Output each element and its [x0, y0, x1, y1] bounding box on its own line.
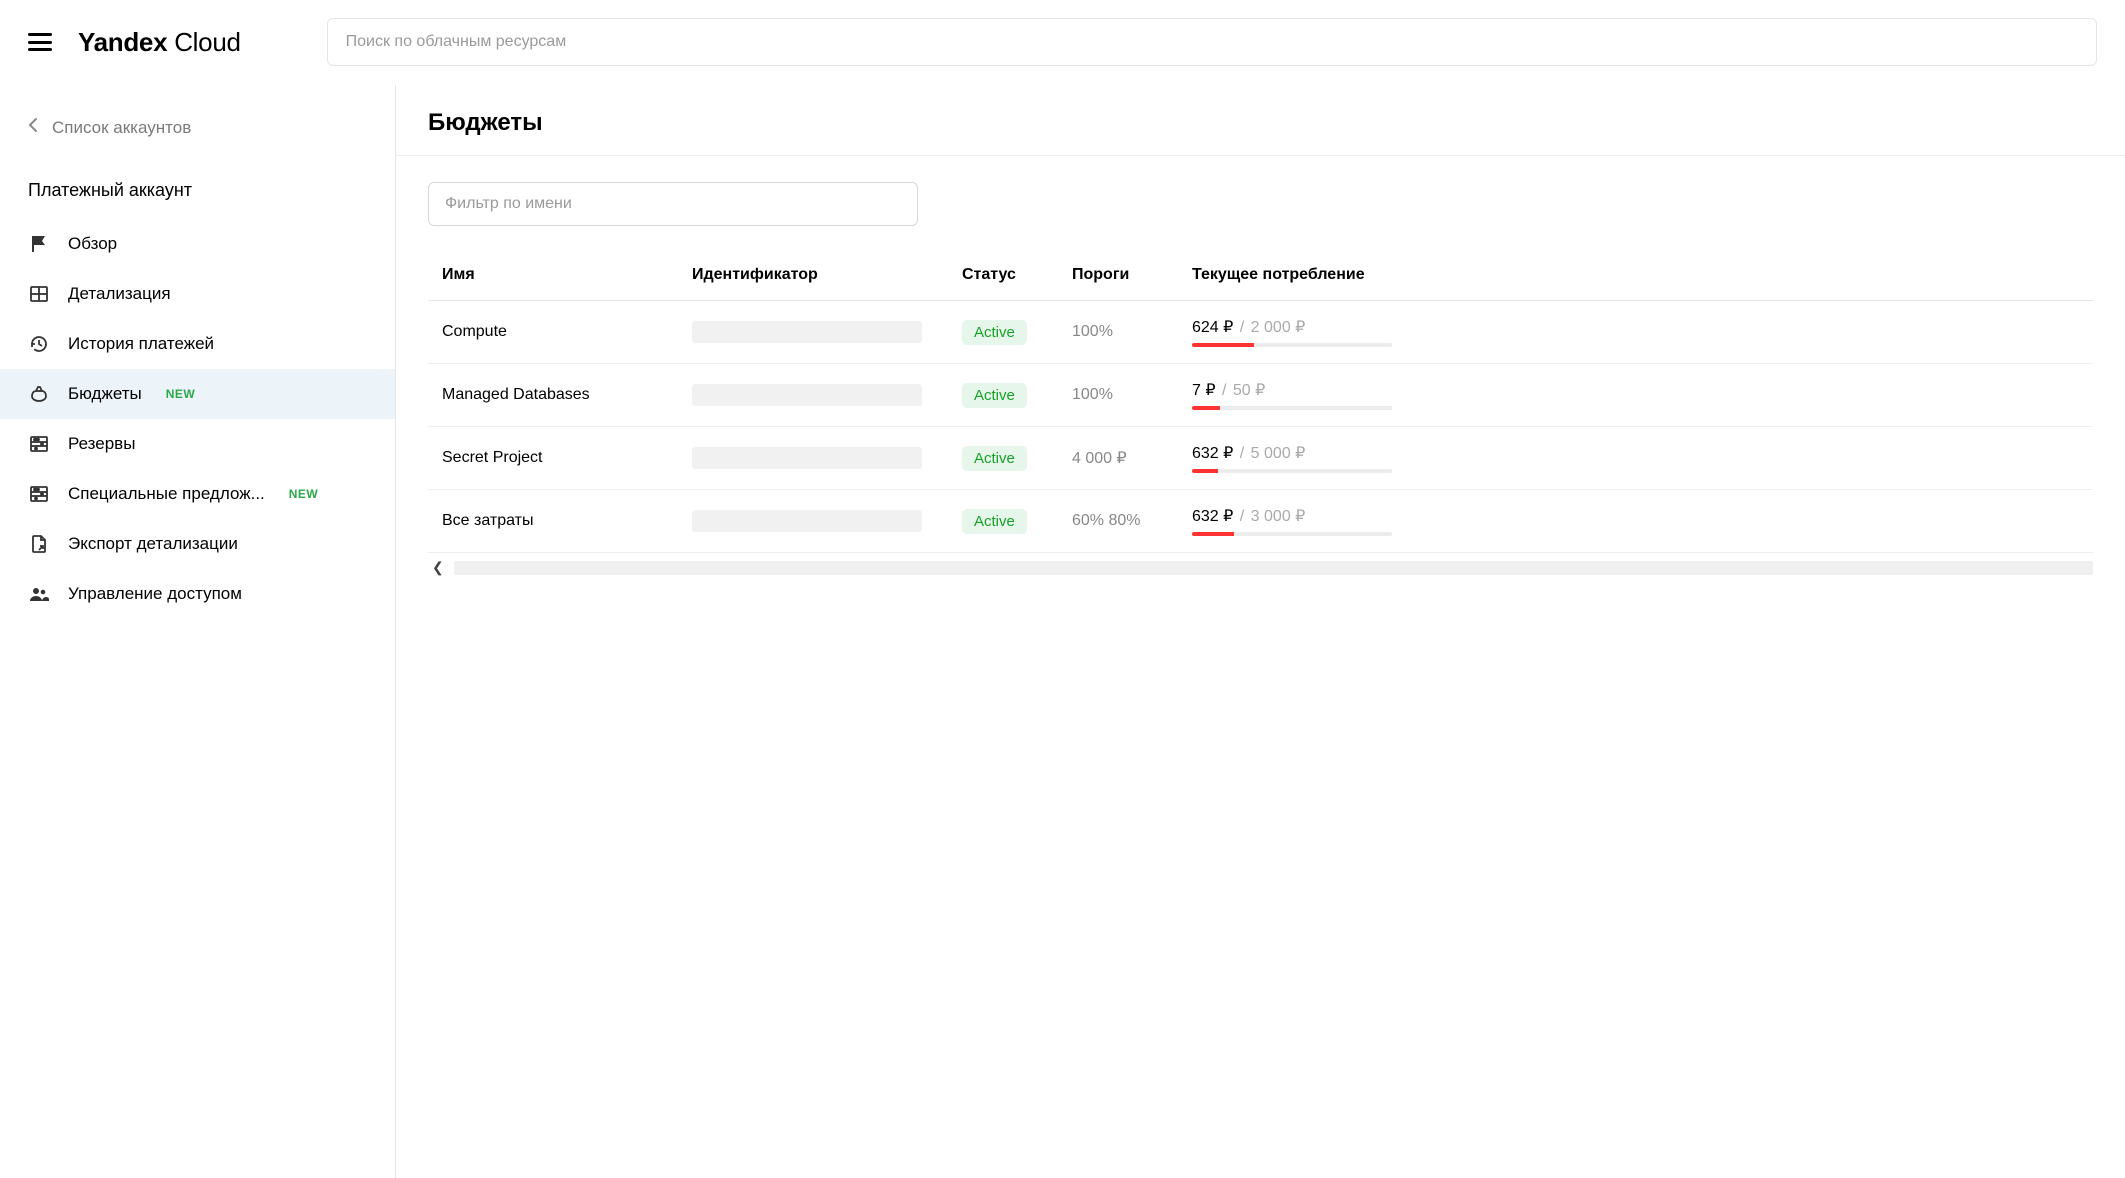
bag-icon: [28, 383, 50, 405]
cell-id: [678, 364, 948, 427]
progress-bar: [1192, 469, 1392, 473]
cell-id: [678, 301, 948, 364]
new-badge: NEW: [166, 387, 196, 401]
sidebar: Список аккаунтов Платежный аккаунт Обзор…: [0, 85, 396, 1178]
cell-thresholds: 4 000 ₽: [1058, 427, 1178, 490]
id-placeholder: [692, 384, 922, 406]
status-badge: Active: [962, 446, 1027, 471]
status-badge: Active: [962, 509, 1027, 534]
grid-icon: [28, 283, 50, 305]
sidebar-item-label: Детализация: [68, 284, 171, 304]
cell-consumption: 624 ₽ / 2 000 ₽: [1178, 301, 2093, 364]
table-row[interactable]: Compute Active 100%624 ₽ / 2 000 ₽: [428, 301, 2093, 364]
logo[interactable]: Yandex Cloud: [78, 27, 241, 58]
col-header-thresholds: Пороги: [1058, 250, 1178, 301]
cell-id: [678, 490, 948, 553]
col-header-id: Идентификатор: [678, 250, 948, 301]
cell-consumption: 632 ₽ / 5 000 ₽: [1178, 427, 2093, 490]
table-row[interactable]: Secret Project Active 4 000 ₽632 ₽ / 5 000…: [428, 427, 2093, 490]
sidebar-item-label: Экспорт детализации: [68, 534, 238, 554]
sidebar-item-details[interactable]: Детализация: [0, 269, 395, 319]
cell-name: Все затраты: [428, 490, 678, 553]
cell-consumption: 632 ₽ / 3 000 ₽: [1178, 490, 2093, 553]
progress-bar: [1192, 532, 1392, 536]
global-search-input[interactable]: [327, 18, 2097, 66]
sidebar-item-label: История платежей: [68, 334, 214, 354]
status-badge: Active: [962, 320, 1027, 345]
people-icon: [28, 583, 50, 605]
sidebar-item-payment-history[interactable]: История платежей: [0, 319, 395, 369]
status-badge: Active: [962, 383, 1027, 408]
progress-bar: [1192, 406, 1392, 410]
cell-name: Managed Databases: [428, 364, 678, 427]
cell-status: Active: [948, 490, 1058, 553]
hamburger-menu[interactable]: [28, 33, 52, 51]
filter-by-name-input[interactable]: [428, 182, 918, 226]
sidebar-item-label: Бюджеты: [68, 384, 142, 404]
horizontal-scrollbar[interactable]: ❮: [428, 557, 2093, 578]
sidebar-item-overview[interactable]: Обзор: [0, 219, 395, 269]
cell-thresholds: 100%: [1058, 364, 1178, 427]
cell-id: [678, 427, 948, 490]
table-row[interactable]: Все затраты Active 60% 80%632 ₽ / 3 000 ₽: [428, 490, 2093, 553]
sidebar-item-budgets[interactable]: Бюджеты NEW: [0, 369, 395, 419]
table-row[interactable]: Managed Databases Active 100%7 ₽ / 50 ₽: [428, 364, 2093, 427]
cell-name: Secret Project: [428, 427, 678, 490]
scroll-left-icon[interactable]: ❮: [428, 557, 448, 578]
cell-status: Active: [948, 427, 1058, 490]
history-icon: [28, 333, 50, 355]
sidebar-item-label: Обзор: [68, 234, 117, 254]
abacus-icon: [28, 483, 50, 505]
logo-light: Cloud: [174, 27, 240, 57]
back-to-accounts[interactable]: Список аккаунтов: [0, 109, 395, 158]
sidebar-section-title: Платежный аккаунт: [0, 158, 395, 219]
sidebar-item-label: Специальные предлож...: [68, 484, 265, 504]
budgets-table: Имя Идентификатор Статус Пороги Текущее …: [428, 250, 2093, 553]
new-badge: NEW: [289, 487, 319, 501]
sidebar-item-access[interactable]: Управление доступом: [0, 569, 395, 619]
cell-consumption: 7 ₽ / 50 ₽: [1178, 364, 2093, 427]
sidebar-item-reserves[interactable]: Резервы: [0, 419, 395, 469]
chevron-left-icon: [28, 117, 38, 138]
main-content: Бюджеты Имя Идентификатор Статус Пороги …: [396, 85, 2125, 1178]
col-header-name: Имя: [428, 250, 678, 301]
id-placeholder: [692, 510, 922, 532]
progress-bar: [1192, 343, 1392, 347]
sidebar-item-export[interactable]: Экспорт детализации: [0, 519, 395, 569]
sidebar-item-label: Управление доступом: [68, 584, 242, 604]
sidebar-item-special-offers[interactable]: Специальные предлож... NEW: [0, 469, 395, 519]
cell-name: Compute: [428, 301, 678, 364]
id-placeholder: [692, 447, 922, 469]
scroll-track[interactable]: [454, 561, 2093, 575]
cell-status: Active: [948, 301, 1058, 364]
id-placeholder: [692, 321, 922, 343]
flag-icon: [28, 233, 50, 255]
cell-thresholds: 100%: [1058, 301, 1178, 364]
back-label: Список аккаунтов: [52, 118, 191, 138]
abacus-icon: [28, 433, 50, 455]
export-icon: [28, 533, 50, 555]
logo-bold: Yandex: [78, 27, 167, 57]
col-header-consumption: Текущее потребление: [1178, 250, 2093, 301]
page-title: Бюджеты: [428, 109, 2093, 137]
sidebar-item-label: Резервы: [68, 434, 135, 454]
cell-status: Active: [948, 364, 1058, 427]
cell-thresholds: 60% 80%: [1058, 490, 1178, 553]
col-header-status: Статус: [948, 250, 1058, 301]
